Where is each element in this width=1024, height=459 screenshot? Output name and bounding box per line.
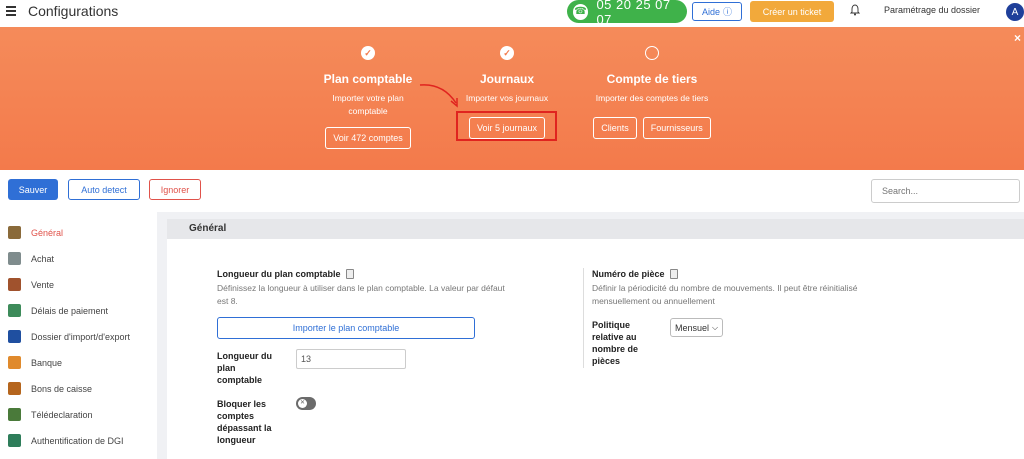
sidebar-item-general[interactable]: Général (8, 226, 63, 239)
select-value: Mensuel (675, 322, 710, 333)
save-button[interactable]: Sauver (8, 179, 58, 200)
label-line: Politique (592, 320, 630, 330)
calendar-icon (8, 304, 21, 317)
phone-support-button[interactable]: ☎ 05 20 25 07 07 (567, 0, 687, 27)
declaration-icon (8, 408, 21, 421)
annotation-arrow-icon (419, 84, 458, 108)
highlight-box (456, 111, 557, 141)
headset-icon: ☎ (573, 3, 589, 20)
block-accounts-toggle[interactable]: ✕ (296, 397, 316, 410)
description-line: mensuellement ou annuellement (592, 296, 715, 306)
sidebar-item-label: Banque (31, 357, 63, 368)
step-description-line: comptable (348, 106, 388, 116)
step-description-line: Importer votre plan (332, 93, 404, 103)
step-compte-de-tiers: Compte de tiers Importer des comptes de … (582, 46, 722, 139)
block-accounts-label: Bloquer les comptes dépassant la longueu… (217, 398, 272, 446)
sidebar-item-label: Bons de caisse (31, 383, 93, 394)
description-line: Définir la périodicité du nombre de mouv… (592, 283, 858, 293)
suppliers-button[interactable]: Fournisseurs (642, 117, 711, 139)
policy-select[interactable]: Mensuel ⌵ (670, 318, 723, 337)
top-bar: Configurations ☎ 05 20 25 07 07 Aide ⓘ C… (0, 0, 1024, 27)
label-line: relative au (592, 332, 637, 342)
document-icon[interactable] (669, 269, 678, 279)
label-line: Bloquer les (217, 399, 267, 409)
label-line: nombre de (592, 344, 639, 354)
cart-icon (8, 252, 21, 265)
plan-length-input[interactable] (296, 349, 406, 369)
plan-length-title: Longueur du plan comptable (217, 269, 354, 279)
panel-header: Général (167, 219, 1024, 239)
sidebar-item-achat[interactable]: Achat (8, 252, 54, 265)
help-label: Aide (701, 6, 720, 17)
step-title: Plan comptable (323, 72, 413, 86)
sidebar-item-label: Authentification de DGI (31, 435, 124, 446)
description-line: est 8. (217, 296, 238, 306)
empty-circle-icon (645, 46, 659, 60)
auth-icon (8, 434, 21, 447)
chevron-down-icon: ⌵ (712, 322, 719, 332)
step-description: Importer vos journaux (465, 93, 549, 103)
toggle-off-icon: ✕ (298, 399, 307, 408)
piece-number-description: Définir la périodicité du nombre de mouv… (592, 282, 922, 308)
sidebar-item-banque[interactable]: Banque (8, 356, 62, 369)
step-title: Compte de tiers (606, 72, 698, 86)
step-description: Importer des comptes de tiers (595, 93, 709, 103)
policy-label: Politique relative au nombre de pièces (592, 319, 638, 367)
label-line: Longueur du (217, 351, 272, 361)
sidebar-item-authentification[interactable]: Authentification de DGI (8, 434, 124, 447)
document-icon[interactable] (345, 269, 354, 279)
plan-length-label: Longueur du plan comptable (217, 350, 272, 386)
folder-settings-link[interactable]: Paramétrage du dossier (884, 5, 980, 15)
label-line: longueur (217, 435, 256, 445)
bank-icon (8, 356, 21, 369)
piece-number-title: Numéro de pièce (592, 269, 678, 279)
sidebar-item-vente[interactable]: Vente (8, 278, 54, 291)
step-plan-comptable: ✓ Plan comptable Importer votre plan com… (305, 46, 431, 149)
folder-icon (8, 330, 21, 343)
sidebar-item-label: Général (31, 227, 64, 238)
sidebar-item-label: Délais de paiement (31, 305, 109, 316)
avatar[interactable]: A (1006, 3, 1024, 21)
sidebar-item-label: Vente (31, 279, 55, 290)
sidebar-item-bons[interactable]: Bons de caisse (8, 382, 92, 395)
description-line: Définissez la longueur à utiliser dans l… (217, 283, 505, 293)
view-accounts-button[interactable]: Voir 472 comptes (325, 127, 411, 149)
step-title: Journaux (479, 72, 534, 86)
gear-icon (8, 226, 21, 239)
step-description: Importer votre plan comptable (305, 92, 431, 118)
question-icon: ⓘ (723, 7, 733, 17)
search-input[interactable] (871, 179, 1020, 203)
check-icon: ✓ (361, 46, 375, 60)
ignore-button[interactable]: Ignorer (149, 179, 201, 200)
label-line: dépassant la (217, 423, 272, 433)
sidebar-item-dossier[interactable]: Dossier d'import/d'export (8, 330, 130, 343)
hamburger-menu-icon[interactable] (6, 6, 16, 16)
column-divider (583, 268, 584, 368)
sidebar-item-label: Télédeclaration (31, 409, 93, 420)
help-button[interactable]: Aide ⓘ (692, 2, 742, 21)
close-icon[interactable]: × (1014, 31, 1021, 45)
label-line: comptes (217, 411, 255, 421)
sidebar-item-delais[interactable]: Délais de paiement (8, 304, 108, 317)
chart-icon (8, 278, 21, 291)
auto-detect-button[interactable]: Auto detect (68, 179, 140, 200)
phone-number: 05 20 25 07 07 (596, 0, 671, 27)
receipt-icon (8, 382, 21, 395)
label-line: comptable (217, 375, 263, 385)
bell-icon[interactable] (850, 4, 860, 16)
label-line: pièces (592, 356, 621, 366)
sidebar-item-teledeclaration[interactable]: Télédeclaration (8, 408, 93, 421)
import-plan-button[interactable]: Importer le plan comptable (217, 317, 475, 339)
create-ticket-button[interactable]: Créer un ticket (750, 1, 834, 22)
clients-button[interactable]: Clients (593, 117, 637, 139)
plan-length-description: Définissez la longueur à utiliser dans l… (217, 282, 557, 308)
section-title-text: Longueur du plan comptable (217, 269, 341, 279)
sidebar-item-label: Achat (31, 253, 55, 264)
check-icon: ✓ (500, 46, 514, 60)
onboarding-banner: × ✓ Plan comptable Importer votre plan c… (0, 27, 1024, 170)
section-title-text: Numéro de pièce (592, 269, 665, 279)
sidebar-item-label: Dossier d'import/d'export (31, 331, 130, 342)
label-line: plan (217, 363, 236, 373)
page-title: Configurations (28, 3, 119, 19)
